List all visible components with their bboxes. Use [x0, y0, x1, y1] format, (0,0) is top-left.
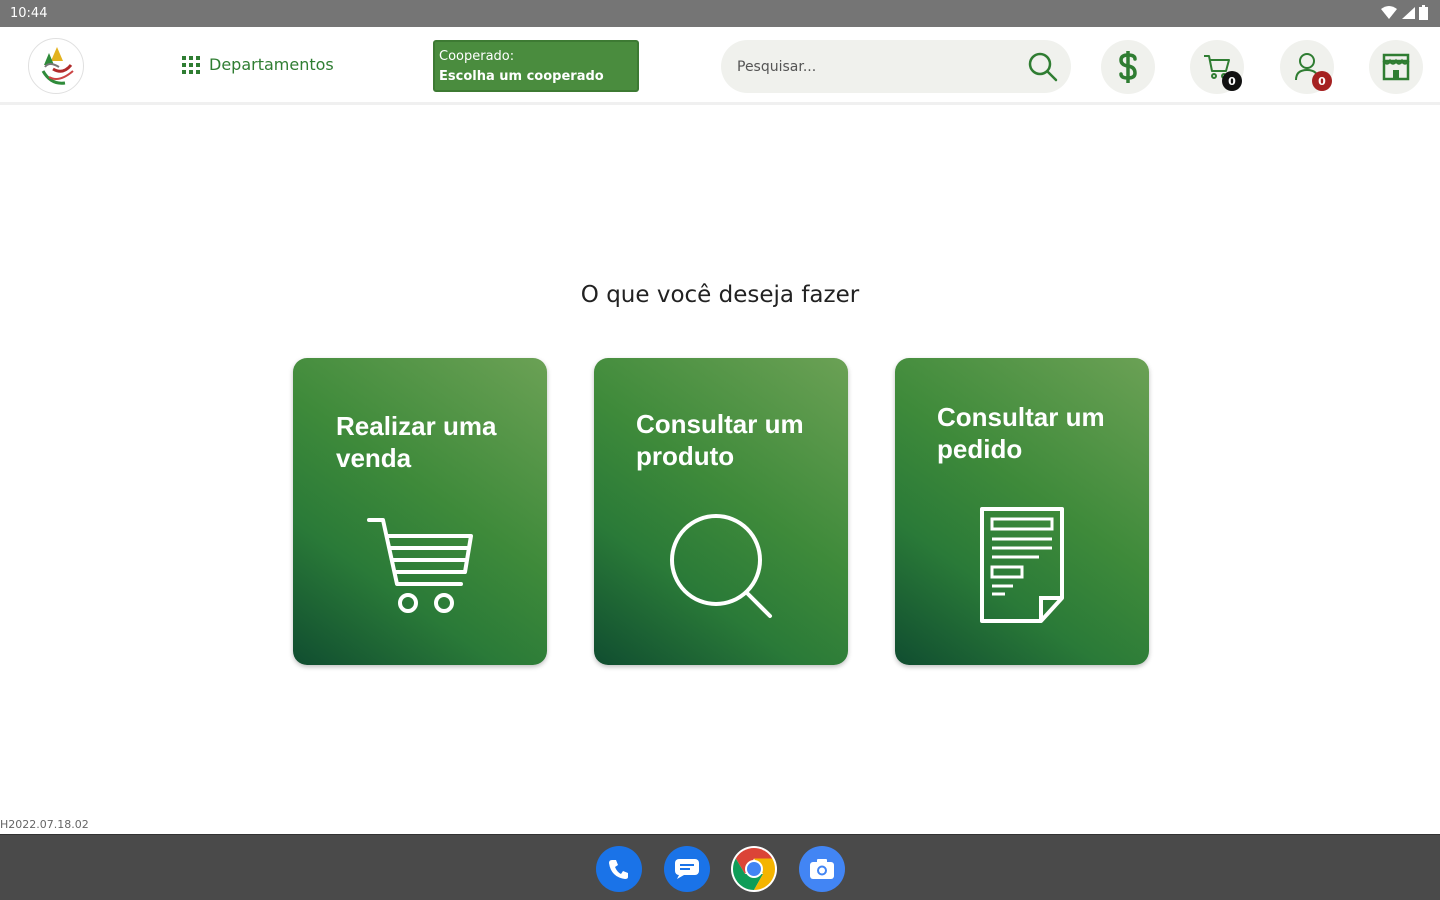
logo-icon	[41, 47, 74, 85]
card-title: Consultar um produto	[636, 409, 804, 471]
shopping-cart-icon	[367, 518, 473, 613]
search-icon	[1028, 52, 1058, 82]
page-title: O que você deseja fazer	[580, 282, 860, 308]
phone-app-icon[interactable]	[596, 846, 642, 892]
card-title: Realizar uma venda	[336, 411, 497, 473]
android-dock	[0, 834, 1440, 900]
cooperative-logo[interactable]	[28, 38, 84, 94]
status-time: 10:44	[10, 6, 48, 21]
user-button[interactable]: 0	[1280, 40, 1334, 94]
chrome-app-icon[interactable]	[731, 846, 777, 892]
card-title: Consultar um pedido	[937, 402, 1105, 464]
signal-icon	[1402, 6, 1415, 19]
camera-app-icon[interactable]	[799, 846, 845, 892]
card-consultar-pedido[interactable]: Consultar um pedido	[895, 358, 1149, 665]
cooperado-selector[interactable]: Cooperado: Escolha um cooperado	[433, 40, 639, 92]
app-version: H2022.07.18.02	[0, 818, 89, 831]
search-box	[721, 40, 1071, 93]
user-badge: 0	[1312, 71, 1332, 91]
cooperado-value: Escolha um cooperado	[439, 69, 604, 84]
card-consultar-produto[interactable]: Consultar um produto	[594, 358, 848, 665]
status-icons	[1381, 5, 1428, 20]
wifi-icon	[1381, 5, 1397, 19]
search-button[interactable]	[1027, 51, 1059, 83]
search-input[interactable]	[737, 54, 1017, 80]
departments-label: Departamentos	[209, 55, 334, 74]
store-icon	[1382, 53, 1410, 81]
cooperado-label: Cooperado:	[439, 49, 515, 64]
grid-icon	[182, 55, 200, 74]
chrome-icon	[732, 848, 776, 890]
phone-icon	[609, 860, 628, 879]
cart-count-badge: 0	[1222, 71, 1242, 91]
search-icon	[670, 514, 772, 618]
store-button[interactable]	[1369, 40, 1423, 94]
card-realizar-venda[interactable]: Realizar uma venda	[293, 358, 547, 665]
battery-icon	[1419, 5, 1428, 20]
camera-icon	[810, 859, 834, 879]
dollar-icon	[1119, 51, 1137, 83]
status-bar: 10:44	[0, 0, 1440, 27]
app-header: Departamentos Cooperado: Escolha um coop…	[0, 27, 1440, 105]
departments-button[interactable]: Departamentos	[182, 55, 334, 74]
finance-button[interactable]	[1101, 40, 1155, 94]
message-icon	[675, 859, 699, 879]
cart-button[interactable]: 0	[1190, 40, 1244, 94]
messages-app-icon[interactable]	[664, 846, 710, 892]
document-icon	[980, 507, 1064, 623]
